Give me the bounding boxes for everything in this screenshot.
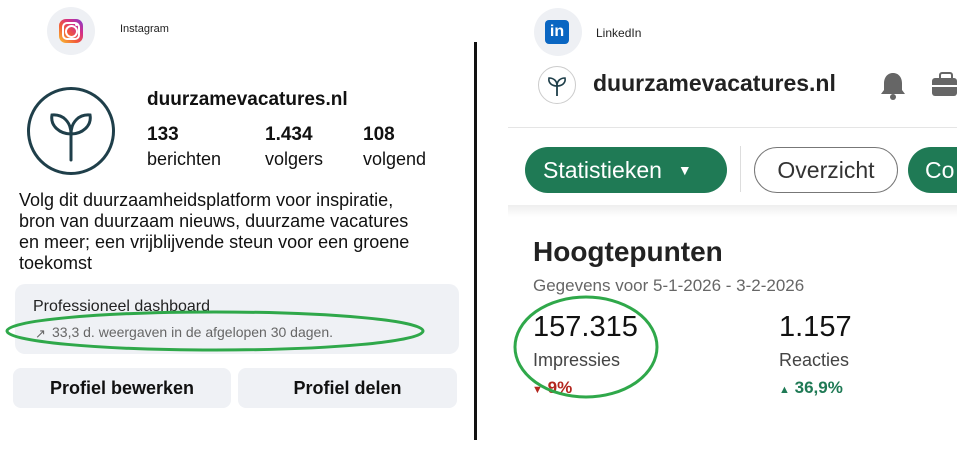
linkedin-app-label: LinkedIn — [596, 26, 642, 40]
profile-avatar[interactable] — [27, 87, 115, 175]
profile-username: duurzamevacatures.nl — [147, 89, 348, 110]
bell-icon[interactable] — [877, 70, 909, 100]
tabs-shadow — [508, 205, 957, 217]
reactions-value: 1.157 — [779, 311, 852, 343]
header-divider — [508, 127, 957, 128]
panel-divider — [474, 42, 477, 440]
plant-sprout-icon — [50, 113, 92, 162]
tab-statistics-label: Statistieken — [543, 156, 662, 183]
bio-line: Volg dit duurzaamheidsplatform voor insp… — [19, 190, 394, 210]
share-profile-button[interactable]: Profiel delen — [238, 368, 457, 408]
highlight-ellipse-dashboard — [5, 310, 425, 352]
instagram-app-label: Instagram — [120, 23, 169, 35]
bio-line: bron van duurzaam nieuws, duurzame vacat… — [19, 211, 409, 231]
reactions-trend: ▲ 36,9% — [779, 378, 843, 398]
tab-partial[interactable]: Co — [908, 147, 957, 193]
bio-line: toekomst — [19, 253, 93, 273]
following-label[interactable]: volgend — [363, 149, 426, 170]
company-avatar[interactable] — [538, 66, 576, 104]
plant-sprout-icon — [548, 77, 566, 96]
chevron-down-icon: ▼ — [677, 162, 692, 178]
posts-count: 133 — [147, 124, 179, 145]
company-name: duurzamevacatures.nl — [593, 70, 836, 96]
linkedin-icon: in — [545, 20, 569, 44]
edit-profile-button[interactable]: Profiel bewerken — [13, 368, 231, 408]
tab-separator — [740, 146, 741, 192]
triangle-up-icon: ▲ — [779, 384, 790, 396]
tab-statistics-dropdown[interactable]: Statistieken ▼ — [525, 147, 727, 193]
tab-overview[interactable]: Overzicht — [754, 147, 898, 193]
profile-bio: Volg dit duurzaamheidsplatform voor insp… — [19, 190, 464, 274]
briefcase-icon[interactable] — [932, 72, 957, 98]
posts-label[interactable]: berichten — [147, 149, 221, 170]
followers-label[interactable]: volgers — [265, 149, 323, 170]
instagram-icon — [59, 19, 83, 43]
bio-line: en meer; een vrijblijvende steun voor ee… — [19, 232, 410, 252]
following-count: 108 — [363, 124, 395, 145]
reactions-trend-value: 36,9% — [794, 378, 843, 397]
reactions-label: Reacties — [779, 350, 850, 370]
highlights-title: Hoogtepunten — [533, 236, 723, 267]
followers-count: 1.434 — [265, 124, 313, 145]
highlight-ellipse-impressions — [513, 295, 659, 399]
